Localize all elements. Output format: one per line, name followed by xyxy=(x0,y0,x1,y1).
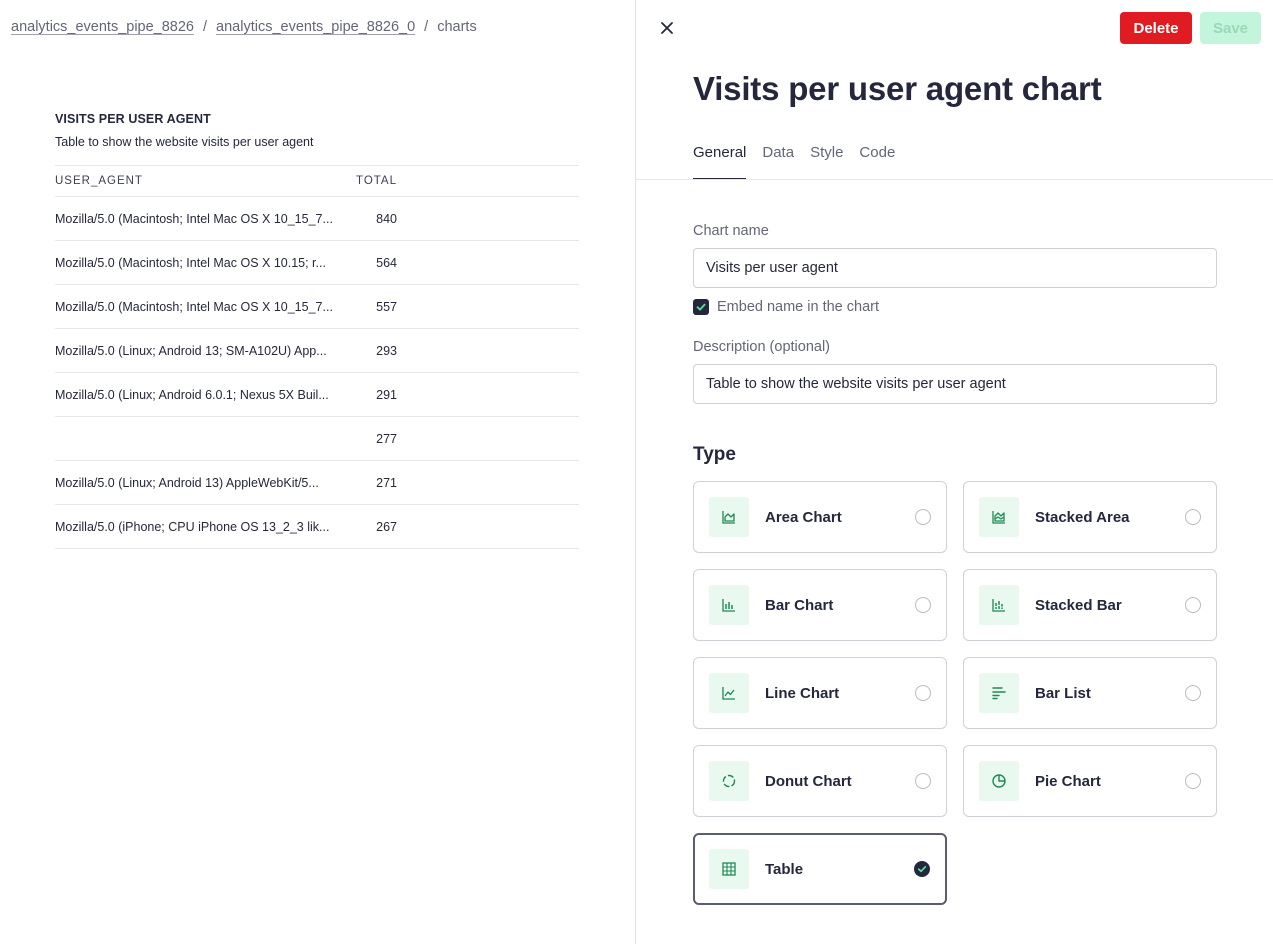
cell-total: 840 xyxy=(376,211,397,226)
chart-preview-pane: analytics_events_pipe_8826 / analytics_e… xyxy=(0,0,636,944)
cell-total: 557 xyxy=(376,299,397,314)
tab-general[interactable]: General xyxy=(693,144,747,180)
type-radio[interactable] xyxy=(915,773,931,789)
breadcrumb-link-pipe[interactable]: analytics_events_pipe_8826 xyxy=(11,19,194,35)
donut-chart-icon xyxy=(709,761,749,801)
cell-user-agent: Mozilla/5.0 (Linux; Android 6.0.1; Nexus… xyxy=(55,387,329,402)
embed-name-toggle[interactable]: Embed name in the chart xyxy=(693,299,879,315)
cell-user-agent: Mozilla/5.0 (Macintosh; Intel Mac OS X 1… xyxy=(55,255,326,270)
table-row: Mozilla/5.0 (iPhone; CPU iPhone OS 13_2_… xyxy=(55,505,579,549)
bar-chart-icon xyxy=(709,585,749,625)
tabs-divider xyxy=(636,179,1273,180)
cell-total: 267 xyxy=(376,519,397,534)
table-row: Mozilla/5.0 (Macintosh; Intel Mac OS X 1… xyxy=(55,285,579,329)
chart-name-label: Chart name xyxy=(693,223,769,239)
type-radio-selected[interactable] xyxy=(914,861,930,877)
delete-button[interactable]: Delete xyxy=(1120,12,1192,44)
close-icon xyxy=(661,22,673,34)
embed-name-checkbox[interactable] xyxy=(693,299,709,315)
stacked-bar-icon xyxy=(979,585,1019,625)
preview-chart-description: Table to show the website visits per use… xyxy=(55,135,314,149)
embed-name-label: Embed name in the chart xyxy=(717,299,880,315)
breadcrumb-separator: / xyxy=(203,19,208,35)
cell-user-agent: Mozilla/5.0 (Macintosh; Intel Mac OS X 1… xyxy=(55,211,333,226)
type-label: Stacked Bar xyxy=(1035,596,1122,614)
type-radio[interactable] xyxy=(1185,685,1201,701)
cell-total: 293 xyxy=(376,343,397,358)
type-label: Pie Chart xyxy=(1035,772,1101,790)
tab-style[interactable]: Style xyxy=(810,144,843,180)
breadcrumb-current: charts xyxy=(437,19,477,35)
table-row: Mozilla/5.0 (Linux; Android 13) AppleWeb… xyxy=(55,461,579,505)
type-option-bar-chart[interactable]: Bar Chart xyxy=(693,569,947,641)
area-chart-icon xyxy=(709,497,749,537)
settings-tabs: General Data Style Code xyxy=(693,144,911,180)
type-label: Table xyxy=(765,860,804,878)
page-title: Visits per user agent chart xyxy=(693,70,1102,107)
preview-table: USER_AGENT TOTAL Mozilla/5.0 (Macintosh;… xyxy=(55,165,579,549)
column-header-user-agent: USER_AGENT xyxy=(55,175,143,187)
tab-data[interactable]: Data xyxy=(762,144,794,180)
type-option-table[interactable]: Table xyxy=(693,833,947,905)
cell-total: 277 xyxy=(376,431,397,446)
type-heading: Type xyxy=(693,444,736,465)
table-row: Mozilla/5.0 (Linux; Android 13; SM-A102U… xyxy=(55,329,579,373)
description-field[interactable]: Table to show the website visits per use… xyxy=(693,364,1217,404)
close-button[interactable] xyxy=(657,18,677,38)
cell-total: 291 xyxy=(376,387,397,402)
tab-code[interactable]: Code xyxy=(859,144,895,180)
type-label: Donut Chart xyxy=(765,772,852,790)
table-row: Mozilla/5.0 (Linux; Android 6.0.1; Nexus… xyxy=(55,373,579,417)
cell-total: 564 xyxy=(376,255,397,270)
column-header-total: TOTAL xyxy=(356,175,397,187)
description-label: Description (optional) xyxy=(693,339,831,355)
table-row: Mozilla/5.0 (Macintosh; Intel Mac OS X 1… xyxy=(55,241,579,285)
type-label: Line Chart xyxy=(765,684,840,702)
type-radio[interactable] xyxy=(915,597,931,613)
cell-user-agent: Mozilla/5.0 (iPhone; CPU iPhone OS 13_2_… xyxy=(55,519,330,534)
type-option-line-chart[interactable]: Line Chart xyxy=(693,657,947,729)
type-label: Bar List xyxy=(1035,684,1091,702)
line-chart-icon xyxy=(709,673,749,713)
table-row: 277 xyxy=(55,417,579,461)
breadcrumb-link-node[interactable]: analytics_events_pipe_8826_0 xyxy=(216,19,415,35)
type-radio[interactable] xyxy=(1185,773,1201,789)
type-option-donut-chart[interactable]: Donut Chart xyxy=(693,745,947,817)
save-button[interactable]: Save xyxy=(1200,12,1261,44)
checkmark-icon xyxy=(917,865,927,873)
chart-name-field[interactable]: Visits per user agent xyxy=(693,248,1217,288)
checkmark-icon xyxy=(696,303,706,311)
chart-settings-panel: Delete Save Visits per user agent chart … xyxy=(636,0,1273,944)
cell-total: 271 xyxy=(376,475,397,490)
pie-chart-icon xyxy=(979,761,1019,801)
table-row: Mozilla/5.0 (Macintosh; Intel Mac OS X 1… xyxy=(55,197,579,241)
type-label: Bar Chart xyxy=(765,596,834,614)
cell-user-agent: Mozilla/5.0 (Linux; Android 13) AppleWeb… xyxy=(55,475,319,490)
type-option-pie-chart[interactable]: Pie Chart xyxy=(963,745,1217,817)
type-label: Area Chart xyxy=(765,508,842,526)
breadcrumb: analytics_events_pipe_8826 / analytics_e… xyxy=(11,19,477,35)
type-radio[interactable] xyxy=(1185,597,1201,613)
type-option-stacked-area[interactable]: Stacked Area xyxy=(963,481,1217,553)
type-radio[interactable] xyxy=(915,685,931,701)
breadcrumb-separator: / xyxy=(424,19,429,35)
type-option-stacked-bar[interactable]: Stacked Bar xyxy=(963,569,1217,641)
cell-user-agent: Mozilla/5.0 (Linux; Android 13; SM-A102U… xyxy=(55,343,327,358)
table-icon xyxy=(709,849,749,889)
type-radio[interactable] xyxy=(1185,509,1201,525)
cell-user-agent: Mozilla/5.0 (Macintosh; Intel Mac OS X 1… xyxy=(55,299,333,314)
type-label: Stacked Area xyxy=(1035,508,1130,526)
type-option-bar-list[interactable]: Bar List xyxy=(963,657,1217,729)
table-header: USER_AGENT TOTAL xyxy=(55,165,579,197)
type-radio[interactable] xyxy=(915,509,931,525)
preview-chart-title: VISITS PER USER AGENT xyxy=(55,112,211,126)
type-option-area-chart[interactable]: Area Chart xyxy=(693,481,947,553)
stacked-area-icon xyxy=(979,497,1019,537)
bar-list-icon xyxy=(979,673,1019,713)
